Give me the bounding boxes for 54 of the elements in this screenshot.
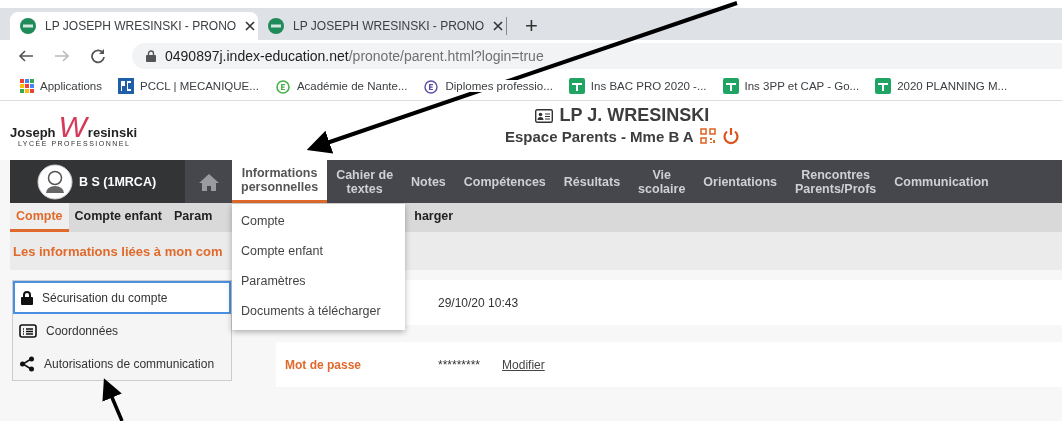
nav-tab[interactable]: Compétences	[454, 160, 555, 203]
reload-icon[interactable]	[90, 48, 106, 64]
nav-tab[interactable]: Rencontres Parents/Profs	[786, 160, 886, 203]
nav-tab[interactable]: Orientations	[694, 160, 786, 203]
new-tab-button[interactable]: +	[519, 12, 544, 40]
field-label: Mot de passe	[284, 357, 363, 372]
address-bar[interactable]: 0490897j.index-education.net/pronote/parent.html?login=true	[132, 43, 1062, 69]
sub-tab[interactable]: harger	[408, 203, 460, 232]
browser-tab[interactable]: LP JOSEPH WRESINSKI - PRONO	[258, 12, 506, 40]
lock-icon	[21, 290, 33, 305]
qr-code-icon[interactable]	[699, 128, 716, 144]
list-icon	[19, 323, 37, 338]
school-logo: Joseph Wresinski	[10, 114, 137, 140]
bookmark-icon	[274, 78, 291, 94]
dropdown-item[interactable]: Compte	[232, 206, 405, 236]
back-icon[interactable]	[18, 48, 34, 64]
nav-tab[interactable]: Communication	[885, 160, 998, 203]
nav-tab[interactable]: Cahier de textes	[327, 160, 403, 203]
annotation-arrow	[102, 378, 124, 421]
avatar-icon	[37, 163, 73, 200]
sub-tab[interactable]: Compte enfant	[68, 203, 169, 232]
section-title: Les informations liées à mon com	[13, 243, 223, 259]
spreadsheet-icon	[568, 78, 585, 94]
nav-tab[interactable]: Vie scolaire	[629, 160, 695, 203]
bookmark-icon	[118, 78, 134, 94]
space-subtitle: Espace Parents - Mme B A	[505, 127, 694, 145]
dropdown-item[interactable]: Compte enfant	[232, 236, 405, 266]
modify-link[interactable]: Modifier	[502, 357, 545, 372]
spreadsheet-icon	[875, 78, 892, 94]
bookmark-icon	[423, 78, 440, 94]
field-value: *********	[438, 357, 481, 372]
apps-grid-icon	[20, 79, 34, 93]
id-card-icon	[535, 108, 554, 123]
sub-tab[interactable]: Param	[168, 203, 219, 232]
dropdown-item[interactable]: Documents à télécharger	[232, 296, 405, 326]
nav-tab[interactable]: Résultats	[554, 160, 630, 203]
browser-tab[interactable]: LP JOSEPH WRESINSKI - PRONO	[10, 12, 258, 40]
home-icon	[197, 172, 220, 191]
close-icon[interactable]	[493, 21, 504, 31]
pronote-favicon-icon	[268, 18, 284, 34]
dropdown-item[interactable]: Paramètres	[232, 266, 405, 296]
school-title: LP J. WRESINSKI	[559, 105, 710, 126]
url-text: 0490897j.index-education.net/pronote/parent.html?login=true	[165, 48, 544, 64]
lock-icon	[146, 50, 156, 62]
field-value: 29/10/20 10:43	[438, 295, 519, 310]
pronote-favicon-icon	[20, 18, 36, 34]
power-icon[interactable]	[721, 127, 740, 145]
side-menu-item[interactable]: Sécurisation du compte	[13, 281, 231, 314]
nav-tab[interactable]: Notes	[402, 160, 455, 203]
spreadsheet-icon	[722, 78, 739, 94]
share-icon	[19, 355, 35, 372]
nav-tab[interactable]: Informations personnelles	[232, 160, 328, 203]
user-name[interactable]: B S (1MRCA)	[79, 174, 157, 189]
close-icon[interactable]	[245, 21, 256, 31]
